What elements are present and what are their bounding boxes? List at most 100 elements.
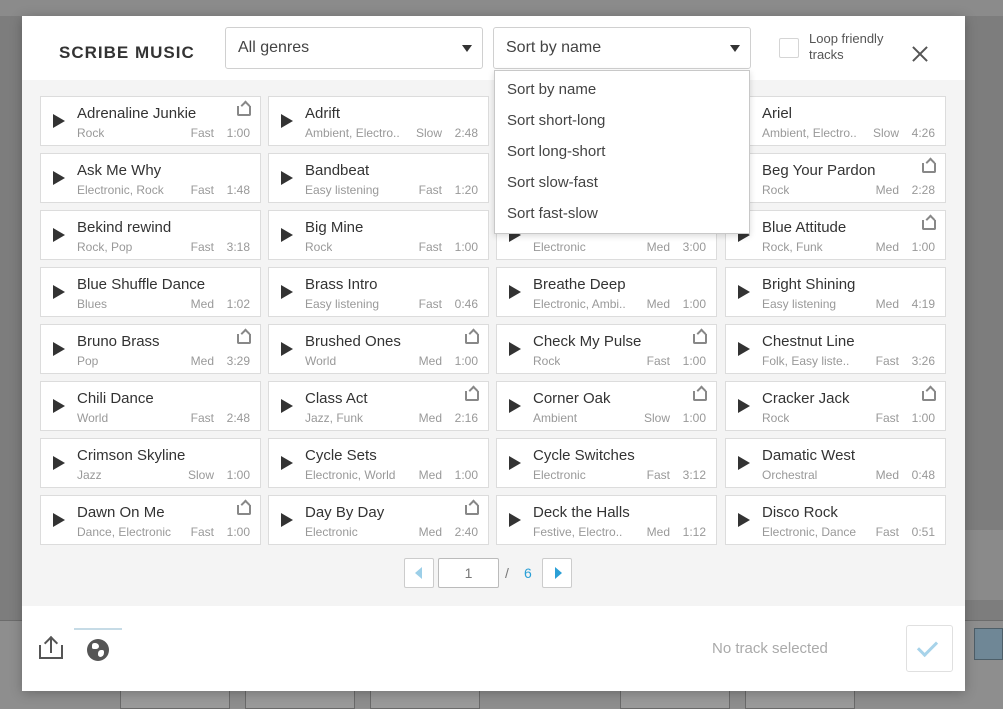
- upload-icon[interactable]: [39, 635, 63, 661]
- track-card[interactable]: Bruno Brass Pop Med 3:29: [40, 324, 261, 374]
- sort-option[interactable]: Sort by name: [495, 74, 749, 105]
- track-card[interactable]: Check My Pulse Rock Fast 1:00: [496, 324, 717, 374]
- track-name: Chestnut Line: [762, 333, 855, 350]
- track-card[interactable]: Day By Day Electronic Med 2:40: [268, 495, 489, 545]
- track-genre: Rock: [77, 126, 105, 140]
- chevron-right-icon: [555, 567, 562, 579]
- track-genre: Electronic: [533, 240, 586, 254]
- play-icon[interactable]: [53, 285, 65, 299]
- loop-icon: [237, 106, 251, 116]
- play-icon[interactable]: [509, 399, 521, 413]
- track-card[interactable]: Big Mine Rock Fast 1:00: [268, 210, 489, 260]
- play-icon[interactable]: [509, 342, 521, 356]
- confirm-button[interactable]: [906, 625, 953, 672]
- track-card[interactable]: Cycle Switches Electronic Fast 3:12: [496, 438, 717, 488]
- track-genre: Electronic: [305, 525, 358, 539]
- play-icon[interactable]: [53, 171, 65, 185]
- play-icon[interactable]: [53, 114, 65, 128]
- track-card[interactable]: Disco Rock Electronic, Dance Fast 0:51: [725, 495, 946, 545]
- play-icon[interactable]: [281, 114, 293, 128]
- track-speed: Fast: [418, 183, 442, 197]
- play-icon[interactable]: [53, 513, 65, 527]
- track-card[interactable]: Chestnut Line Folk, Easy liste.. Fast 3:…: [725, 324, 946, 374]
- track-card[interactable]: Adrift Ambient, Electro.. Slow 2:48: [268, 96, 489, 146]
- sort-option[interactable]: Sort slow-fast: [495, 167, 749, 198]
- track-name: Beg Your Pardon: [762, 162, 876, 179]
- track-card[interactable]: Blue Attitude Rock, Funk Med 1:00: [725, 210, 946, 260]
- track-name: Cracker Jack: [762, 390, 850, 407]
- play-icon[interactable]: [281, 399, 293, 413]
- track-genre: Electronic, World: [305, 468, 396, 482]
- play-icon[interactable]: [509, 513, 521, 527]
- track-card[interactable]: Crimson Skyline Jazz Slow 1:00: [40, 438, 261, 488]
- track-speed: Med: [190, 354, 214, 368]
- track-duration: 4:26: [911, 126, 935, 140]
- play-icon[interactable]: [53, 399, 65, 413]
- track-duration: 1:00: [682, 297, 706, 311]
- track-card[interactable]: Brass Intro Easy listening Fast 0:46: [268, 267, 489, 317]
- track-duration: 2:48: [226, 411, 250, 425]
- prev-page-button[interactable]: [404, 558, 434, 588]
- chevron-down-icon: [462, 45, 472, 52]
- track-card[interactable]: Bekind rewind Rock, Pop Fast 3:18: [40, 210, 261, 260]
- play-icon[interactable]: [738, 399, 750, 413]
- sort-option[interactable]: Sort short-long: [495, 105, 749, 136]
- play-icon[interactable]: [281, 285, 293, 299]
- loop-icon: [922, 220, 936, 230]
- play-icon[interactable]: [738, 285, 750, 299]
- sort-option[interactable]: Sort long-short: [495, 136, 749, 167]
- track-duration: 1:00: [911, 240, 935, 254]
- track-duration: 1:48: [226, 183, 250, 197]
- track-card[interactable]: Chili Dance World Fast 2:48: [40, 381, 261, 431]
- play-icon[interactable]: [281, 513, 293, 527]
- track-card[interactable]: Class Act Jazz, Funk Med 2:16: [268, 381, 489, 431]
- loop-icon: [693, 391, 707, 401]
- loop-friendly-checkbox[interactable]: [779, 38, 799, 58]
- track-card[interactable]: Ask Me Why Electronic, Rock Fast 1:48: [40, 153, 261, 203]
- play-icon[interactable]: [281, 228, 293, 242]
- dialog-footer: No track selected: [22, 606, 965, 691]
- track-speed: Med: [418, 354, 442, 368]
- track-speed: Fast: [418, 297, 442, 311]
- play-icon[interactable]: [53, 228, 65, 242]
- track-card[interactable]: Corner Oak Ambient Slow 1:00: [496, 381, 717, 431]
- track-card[interactable]: Cracker Jack Rock Fast 1:00: [725, 381, 946, 431]
- next-page-button[interactable]: [542, 558, 572, 588]
- track-card[interactable]: Bandbeat Easy listening Fast 1:20: [268, 153, 489, 203]
- sort-option[interactable]: Sort fast-slow: [495, 198, 749, 229]
- play-icon[interactable]: [738, 342, 750, 356]
- track-card[interactable]: Damatic West Orchestral Med 0:48: [725, 438, 946, 488]
- play-icon[interactable]: [509, 285, 521, 299]
- globe-icon[interactable]: [87, 639, 109, 661]
- track-card[interactable]: Brushed Ones World Med 1:00: [268, 324, 489, 374]
- track-duration: 1:00: [226, 468, 250, 482]
- track-speed: Fast: [875, 525, 899, 539]
- track-genre: Electronic, Dance: [762, 525, 857, 539]
- track-card[interactable]: Deck the Halls Festive, Electro.. Med 1:…: [496, 495, 717, 545]
- track-genre: Pop: [77, 354, 99, 368]
- track-duration: 2:48: [454, 126, 478, 140]
- track-card[interactable]: Adrenaline Junkie Rock Fast 1:00: [40, 96, 261, 146]
- play-icon[interactable]: [281, 342, 293, 356]
- track-card[interactable]: Bright Shining Easy listening Med 4:19: [725, 267, 946, 317]
- play-icon[interactable]: [738, 513, 750, 527]
- track-card[interactable]: Dawn On Me Dance, Electronic Fast 1:00: [40, 495, 261, 545]
- play-icon[interactable]: [281, 171, 293, 185]
- close-icon[interactable]: [908, 42, 932, 66]
- track-card[interactable]: Ariel Ambient, Electro.. Slow 4:26: [725, 96, 946, 146]
- play-icon[interactable]: [281, 456, 293, 470]
- play-icon[interactable]: [53, 456, 65, 470]
- track-genre: Orchestral: [762, 468, 818, 482]
- loop-icon: [693, 334, 707, 344]
- play-icon[interactable]: [53, 342, 65, 356]
- play-icon[interactable]: [738, 456, 750, 470]
- play-icon[interactable]: [509, 456, 521, 470]
- track-genre: Easy listening: [305, 183, 380, 197]
- track-card[interactable]: Blue Shuffle Dance Blues Med 1:02: [40, 267, 261, 317]
- track-card[interactable]: Breathe Deep Electronic, Ambi.. Med 1:00: [496, 267, 717, 317]
- track-card[interactable]: Cycle Sets Electronic, World Med 1:00: [268, 438, 489, 488]
- page-number-input[interactable]: 1: [438, 558, 499, 588]
- genre-select[interactable]: All genres: [225, 27, 483, 69]
- sort-select[interactable]: Sort by name: [493, 27, 751, 69]
- track-card[interactable]: Beg Your Pardon Rock Med 2:28: [725, 153, 946, 203]
